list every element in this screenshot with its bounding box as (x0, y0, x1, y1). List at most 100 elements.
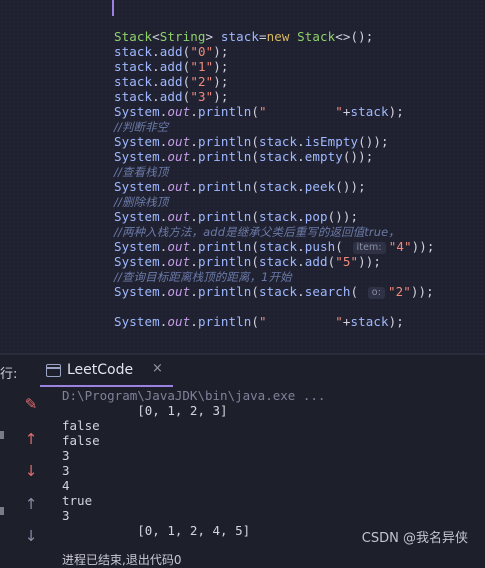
code-token: ); (388, 314, 404, 329)
code-line[interactable]: stack.add("3"); (114, 89, 434, 104)
code-token: ()); (335, 179, 366, 194)
code-token: println (197, 179, 252, 194)
code-comment: //判断非空 (114, 120, 169, 134)
code-token: . (152, 44, 160, 59)
code-line[interactable] (114, 299, 434, 314)
code-line[interactable]: //查看栈顶 (114, 164, 434, 179)
code-token: println (197, 104, 252, 119)
parameter-hint: item: (352, 242, 386, 254)
code-token: ()); (327, 209, 359, 224)
code-line[interactable]: //删除栈顶 (114, 194, 434, 209)
code-line[interactable]: System.out.println(stack.isEmpty()); (114, 134, 434, 149)
code-token: stack (114, 44, 153, 59)
console-toolbar: ✎ ↑ ↓ ↑ ↓ (14, 387, 48, 556)
code-token: ); (213, 89, 229, 104)
code-comment: //查看栈顶 (114, 165, 169, 179)
run-label: 行: (0, 367, 18, 382)
code-token: = (258, 29, 267, 44)
code-token: ( (251, 149, 259, 164)
code-token: ); (213, 44, 229, 59)
code-line[interactable]: //判断非空 (114, 119, 434, 134)
code-token: stack (258, 239, 298, 254)
tab-close-icon[interactable]: × (152, 361, 163, 376)
command-line: D:\Program\JavaJDK\bin\java.exe ... (62, 388, 326, 403)
code-comment: //删除栈顶 (114, 195, 169, 209)
code-token: ( (251, 179, 259, 194)
code-line[interactable]: System.out.println(" "+stack); (114, 314, 434, 329)
code-token: add (159, 74, 183, 89)
output-line: [0, 1, 2, 3] (62, 403, 228, 418)
code-token: . (152, 89, 160, 104)
console-output[interactable]: D:\Program\JavaJDK\bin\java.exe ... [0, … (62, 388, 325, 568)
scroll-up-icon[interactable]: ↑ (22, 430, 40, 448)
code-token: stack (350, 314, 389, 329)
tab-leetcode[interactable]: LeetCode × (40, 355, 173, 387)
code-token: ( (350, 284, 366, 299)
code-token: println (197, 284, 252, 299)
code-line[interactable]: stack.add("1"); (114, 59, 434, 74)
code-line[interactable]: System.out.println(stack.pop()); (114, 209, 434, 224)
code-token: Stack (297, 29, 336, 44)
code-token: < (152, 29, 160, 44)
code-token: ( (251, 284, 259, 299)
code-line[interactable]: System.out.println(" "+stack); (114, 104, 434, 119)
code-token: System (114, 179, 160, 194)
code-token: " " (258, 104, 343, 119)
code-line[interactable]: System.out.println(stack.push( item: "4")… (114, 239, 434, 254)
code-line[interactable]: System.out.println(stack.search( o: "2"))… (114, 284, 434, 299)
code-comment: //两种入栈方法，add是继承父类后重写的返回值true， (114, 225, 400, 239)
code-token: ()); (358, 134, 389, 149)
code-token: out (167, 134, 191, 149)
code-token: stack (258, 284, 298, 299)
code-token: ()); (342, 149, 374, 164)
code-line[interactable]: //查询目标距离栈顶的距离，1开始 (114, 269, 434, 284)
code-token: . (190, 134, 198, 149)
code-token: ( (335, 239, 351, 254)
code-token: out (167, 254, 191, 269)
code-lines[interactable]: Stack<String> stack=new Stack<>(); stack.… (114, 29, 434, 329)
code-token: stack (220, 29, 259, 44)
code-token: "5" (335, 254, 359, 269)
code-token: add (159, 89, 183, 104)
code-token: new (266, 29, 298, 44)
code-token: "3" (190, 89, 214, 104)
output-line: false (62, 418, 100, 433)
code-token: . (297, 284, 305, 299)
code-token: println (197, 209, 252, 224)
code-comment: //查询目标距离栈顶的距离，1开始 (114, 270, 292, 284)
code-line[interactable]: System.out.println(stack.add("5")); (114, 254, 434, 269)
code-token: > (205, 29, 221, 44)
down-arrow-icon[interactable]: ↓ (22, 527, 40, 545)
output-line: false (62, 433, 100, 448)
code-line[interactable]: stack.add("0"); (114, 44, 434, 59)
code-line[interactable]: System.out.println(stack.empty()); (114, 149, 434, 164)
code-line[interactable]: System.out.println(stack.peek()); (114, 179, 434, 194)
code-token: println (197, 314, 252, 329)
code-token: ( (251, 104, 259, 119)
code-token: . (190, 284, 198, 299)
code-editor[interactable]: Stack<String> stack=new Stack<>(); stack.… (0, 0, 485, 353)
code-token: ( (251, 239, 259, 254)
code-token: System (114, 314, 160, 329)
code-token: System (114, 209, 160, 224)
code-line[interactable]: stack.add("2"); (114, 74, 434, 89)
scroll-down-icon[interactable]: ↓ (22, 462, 40, 480)
code-token: . (190, 179, 198, 194)
code-token: )); (358, 254, 382, 269)
code-token: . (190, 239, 198, 254)
code-token: . (152, 74, 160, 89)
clear-output-icon[interactable]: ✎ (22, 395, 40, 413)
code-line[interactable]: //两种入栈方法，add是继承父类后重写的返回值true， (114, 224, 434, 239)
code-line[interactable]: Stack<String> stack=new Stack<>(); (114, 29, 434, 44)
code-token: "4" (388, 239, 412, 254)
code-token: out (167, 239, 191, 254)
code-token: System (114, 134, 160, 149)
code-token: ); (388, 104, 404, 119)
code-token: println (197, 134, 252, 149)
code-token: stack (258, 209, 298, 224)
code-token: stack (258, 134, 298, 149)
up-arrow-icon[interactable]: ↑ (22, 495, 40, 513)
code-token: . (190, 254, 198, 269)
code-token: stack (350, 104, 389, 119)
code-token: isEmpty (304, 134, 359, 149)
